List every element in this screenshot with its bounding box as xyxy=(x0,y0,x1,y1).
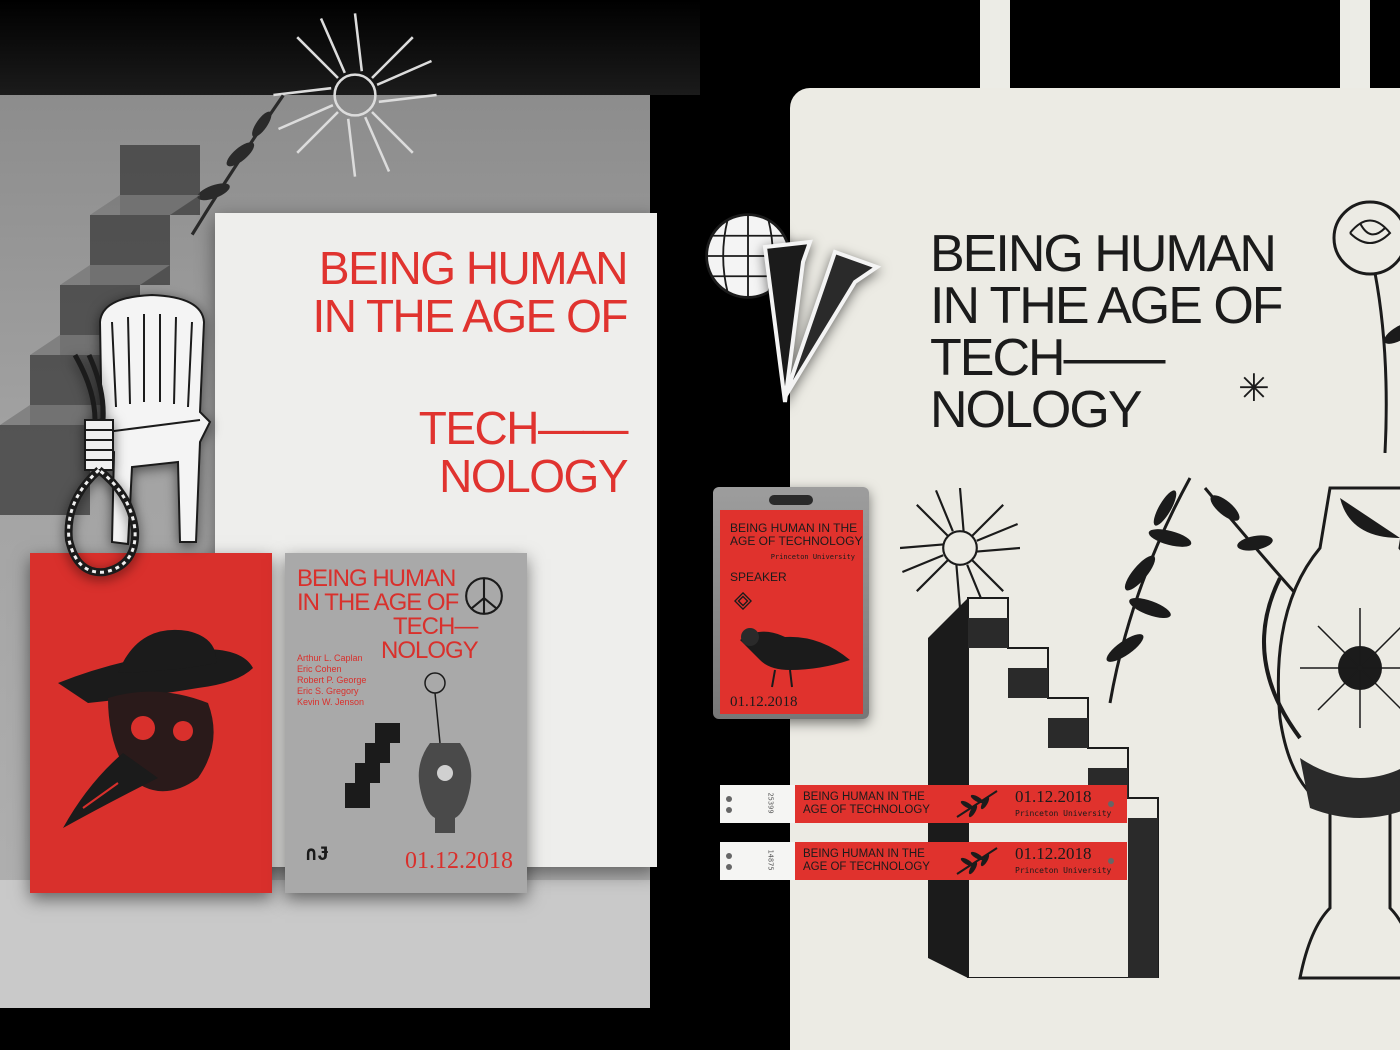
tote-title-line-1: BEING HUMAN xyxy=(930,225,1277,283)
band-date: 01.12.2018 xyxy=(1015,787,1092,806)
noose-icon xyxy=(64,353,140,577)
band-snap xyxy=(726,807,732,813)
band-serial: 25399 xyxy=(766,792,775,814)
badge-title-line-2: AGE OF TECHNOLOGY xyxy=(730,534,863,548)
band-title-line-1: BEING HUMAN IN THE xyxy=(803,848,925,860)
tote-title-line-2: IN THE AGE OF xyxy=(930,277,1284,335)
badge-date: 01.12.2018 xyxy=(730,694,798,710)
poster-title-line-3: TECH—— xyxy=(418,402,629,454)
program-flyer: BEING HUMAN IN THE AGE OF TECH— NOLOGY A… xyxy=(285,553,527,893)
badge-slot xyxy=(769,495,813,505)
sparkle-icon: ✳ xyxy=(1238,368,1270,410)
tote-title-line-3: TECH—— xyxy=(930,329,1166,387)
poster-title-line-2: IN THE AGE OF xyxy=(312,290,629,342)
poster-title-line-4: NOLOGY xyxy=(439,450,628,502)
flyer-title-line-1: BEING HUMAN xyxy=(297,565,456,592)
diamond-icon xyxy=(734,592,752,610)
leaf-branch-icon xyxy=(956,790,998,818)
flyer-title-line-4: NOLOGY xyxy=(381,637,479,664)
flyer-date: 01.12.2018 xyxy=(405,848,513,874)
vase-icon xyxy=(418,743,472,833)
pigeon-icon xyxy=(740,628,850,688)
peace-icon xyxy=(465,577,503,615)
badge-role: SPEAKER xyxy=(730,570,787,584)
tote-title-line-4: NOLOGY xyxy=(930,381,1142,439)
red-postcard xyxy=(30,553,272,893)
band-title-line-1: BEING HUMAN IN THE xyxy=(803,791,925,803)
wristband: 14875 BEING HUMAN IN THE AGE OF TECHNOLO… xyxy=(720,842,1127,880)
band-snap xyxy=(726,864,732,870)
band-snap xyxy=(1108,801,1114,807)
leaf-branch-icon xyxy=(956,847,998,875)
flyer-monogram: ∩Ɉ xyxy=(305,841,330,865)
band-print-area: BEING HUMAN IN THE AGE OF TECHNOLOGY 01.… xyxy=(795,785,1127,823)
rose-icon xyxy=(424,672,446,744)
left-canvas-bag-fold xyxy=(0,880,650,1008)
mini-illustration xyxy=(345,672,472,833)
badge-institution: Princeton University xyxy=(770,553,855,561)
vase-icon xyxy=(1262,486,1400,980)
band-institution: Princeton University xyxy=(1015,809,1112,818)
band-serial: 14875 xyxy=(766,849,775,871)
band-date: 01.12.2018 xyxy=(1015,844,1092,863)
rose-icon xyxy=(1332,200,1400,453)
band-institution: Princeton University xyxy=(1015,866,1112,875)
band-title-line-2: AGE OF TECHNOLOGY xyxy=(803,861,930,873)
band-snap xyxy=(726,796,732,802)
staircase-icon xyxy=(928,597,1159,978)
wristband: 25399 BEING HUMAN IN THE AGE OF TECHNOLO… xyxy=(720,785,1127,823)
tote-handle-left xyxy=(980,0,1010,100)
starburst-icon xyxy=(273,13,437,177)
tote-handle-right xyxy=(1340,0,1370,90)
band-snap xyxy=(726,853,732,859)
band-snap xyxy=(1108,858,1114,864)
flyer-title-line-3: TECH— xyxy=(393,613,478,640)
flyer-title-line-2: IN THE AGE OF xyxy=(297,589,459,616)
speaker-badge: BEING HUMAN IN THE AGE OF TECHNOLOGY Pri… xyxy=(720,510,863,714)
band-title-line-2: AGE OF TECHNOLOGY xyxy=(803,804,930,816)
band-print-area: BEING HUMAN IN THE AGE OF TECHNOLOGY 01.… xyxy=(795,842,1127,880)
staircase-icon xyxy=(345,723,400,808)
skull-icon xyxy=(58,629,253,828)
poster-title-line-1: BEING HUMAN xyxy=(318,242,629,294)
nails-icon xyxy=(762,239,882,403)
